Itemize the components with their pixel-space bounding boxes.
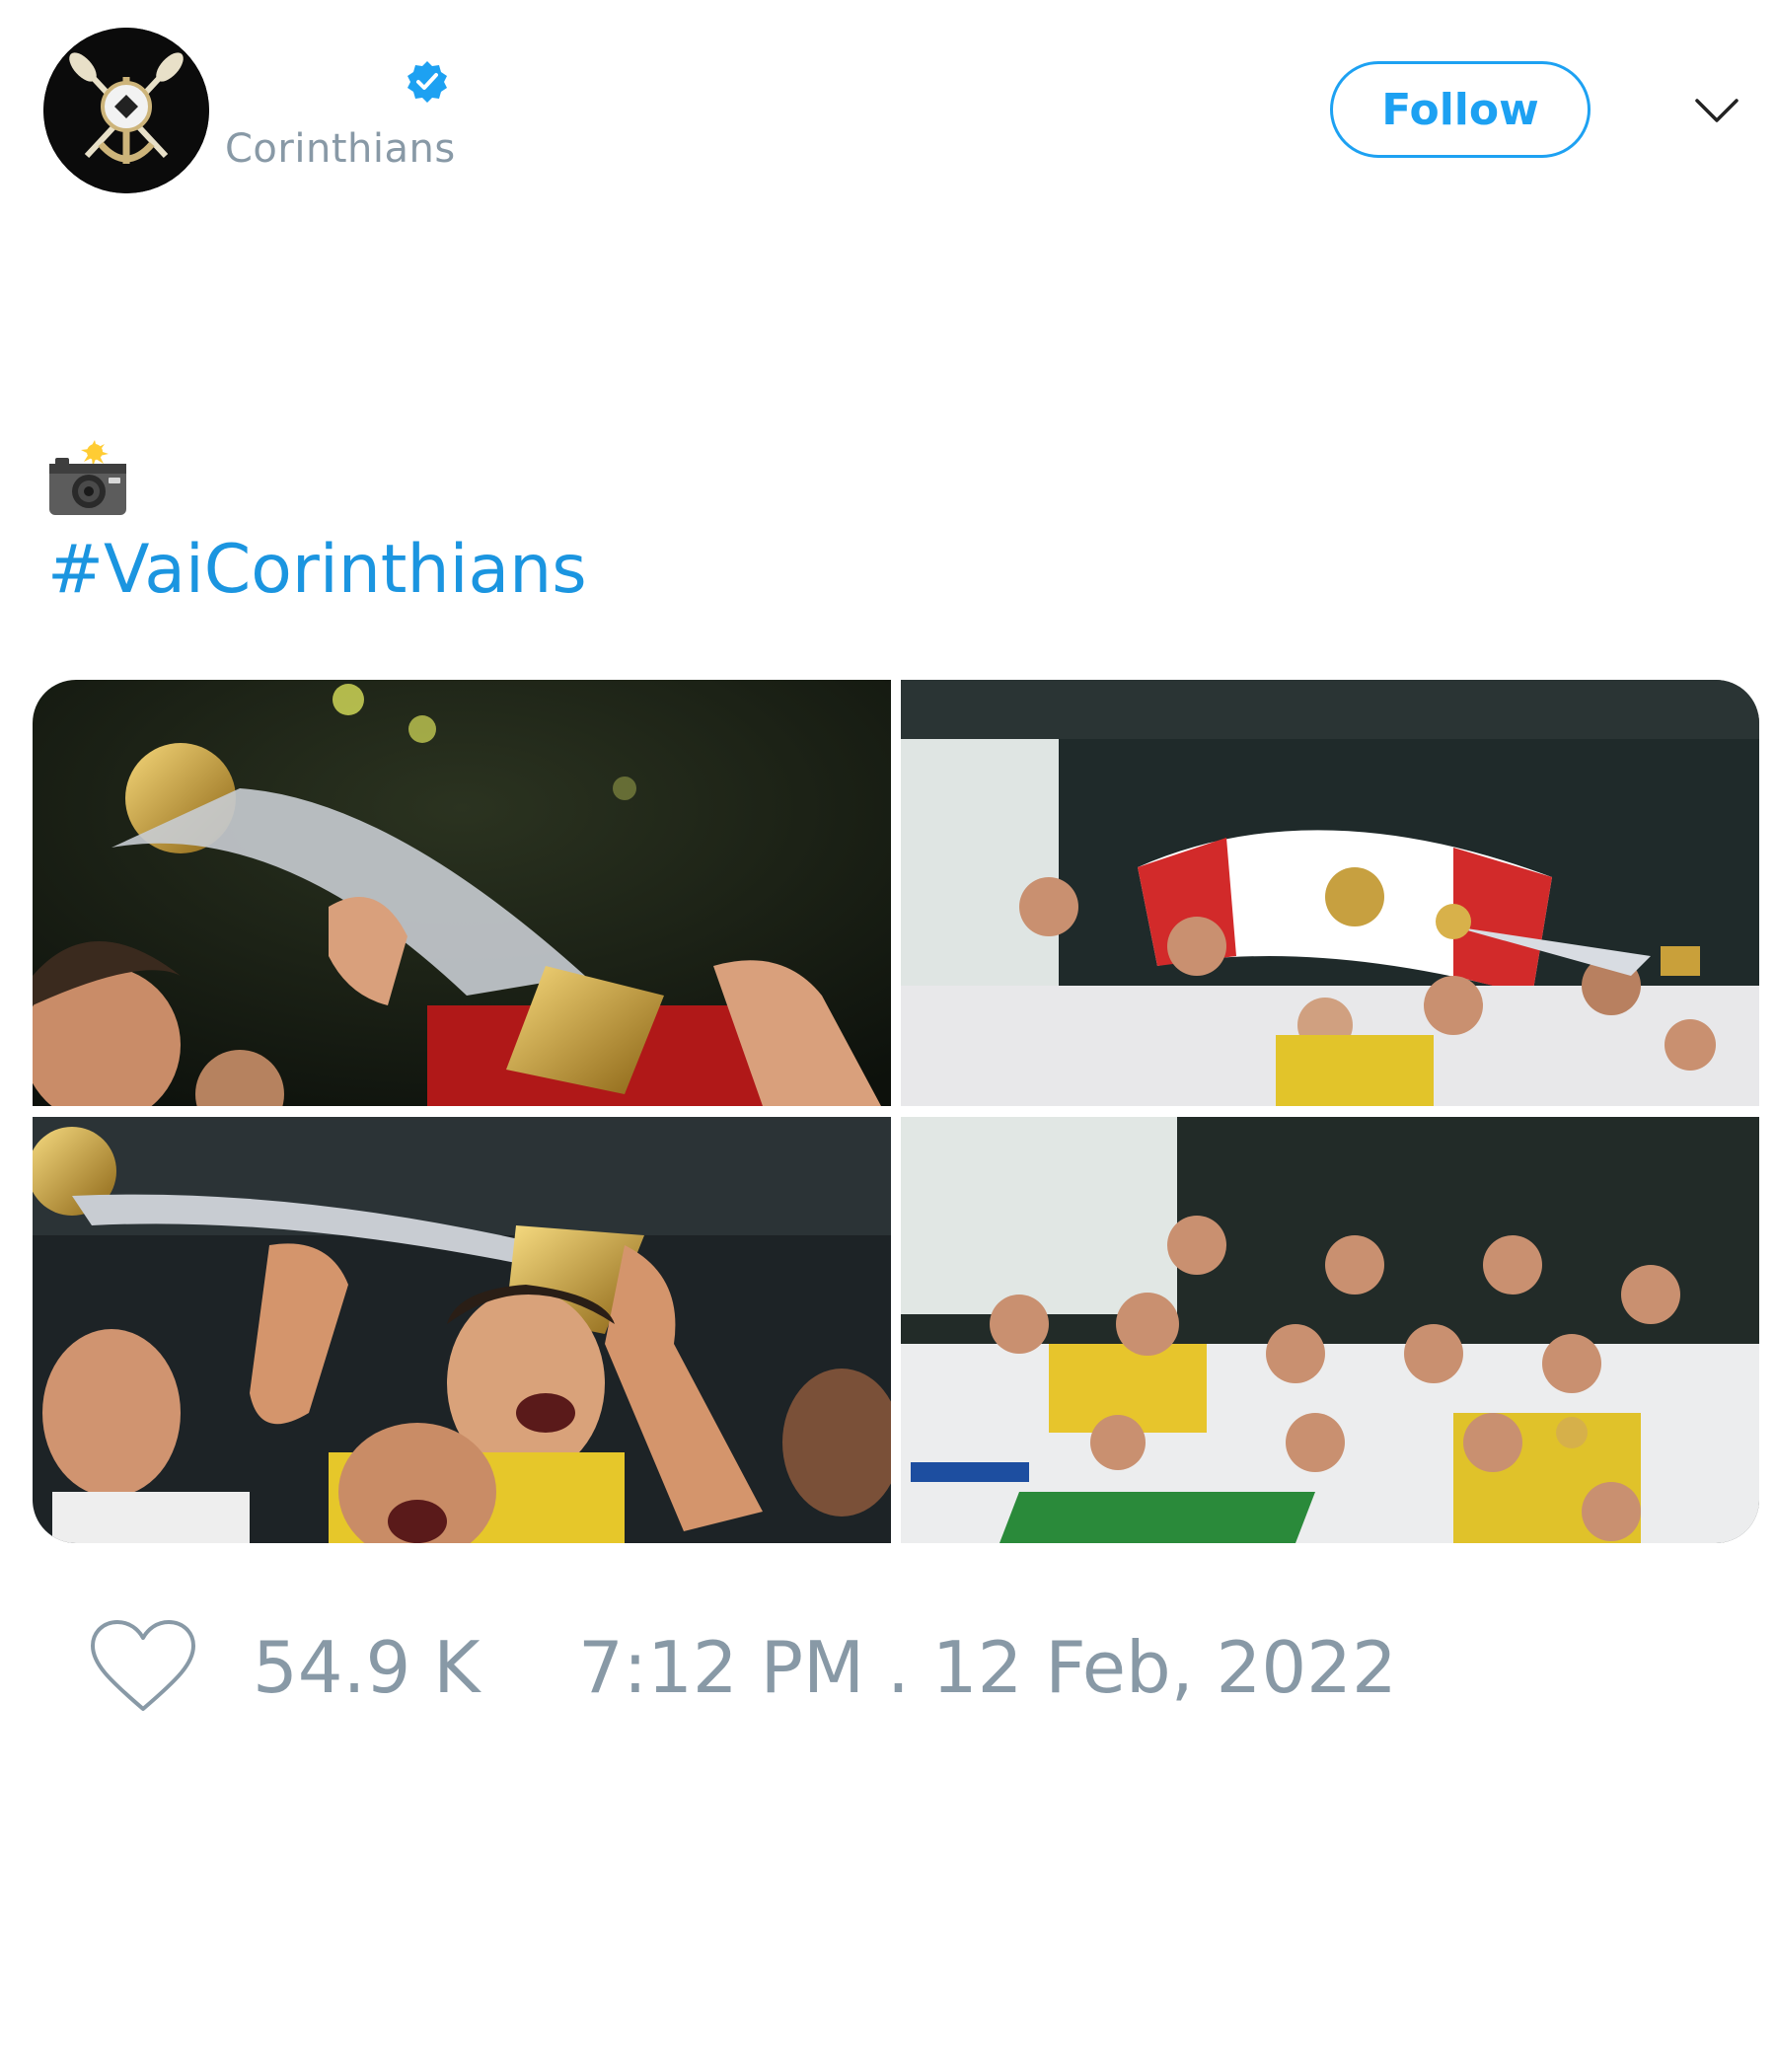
media-photo-trophy-raised[interactable] — [33, 1117, 891, 1543]
media-photo-team-celebration-flag[interactable] — [901, 680, 1759, 1106]
avatar[interactable] — [43, 28, 209, 193]
verified-badge-icon — [407, 61, 447, 103]
media-grid — [33, 680, 1759, 1543]
like-count: 54.9 K — [253, 1626, 481, 1709]
camera-flash-emoji — [47, 440, 128, 517]
chevron-down-icon[interactable] — [1693, 91, 1740, 130]
follow-button[interactable]: Follow — [1330, 61, 1591, 158]
hashtag-link[interactable]: #VaiCorinthians — [47, 531, 587, 609]
author-handle[interactable]: Corinthians — [225, 126, 456, 172]
corinthians-crest-icon — [43, 28, 209, 193]
tweet-timestamp[interactable]: 7:12 PM . 12 Feb, 2022 — [578, 1626, 1397, 1709]
heart-icon[interactable] — [89, 1618, 197, 1717]
media-photo-team-group-celebration[interactable] — [901, 1117, 1759, 1543]
media-photo-trophy-closeup[interactable] — [33, 680, 891, 1106]
